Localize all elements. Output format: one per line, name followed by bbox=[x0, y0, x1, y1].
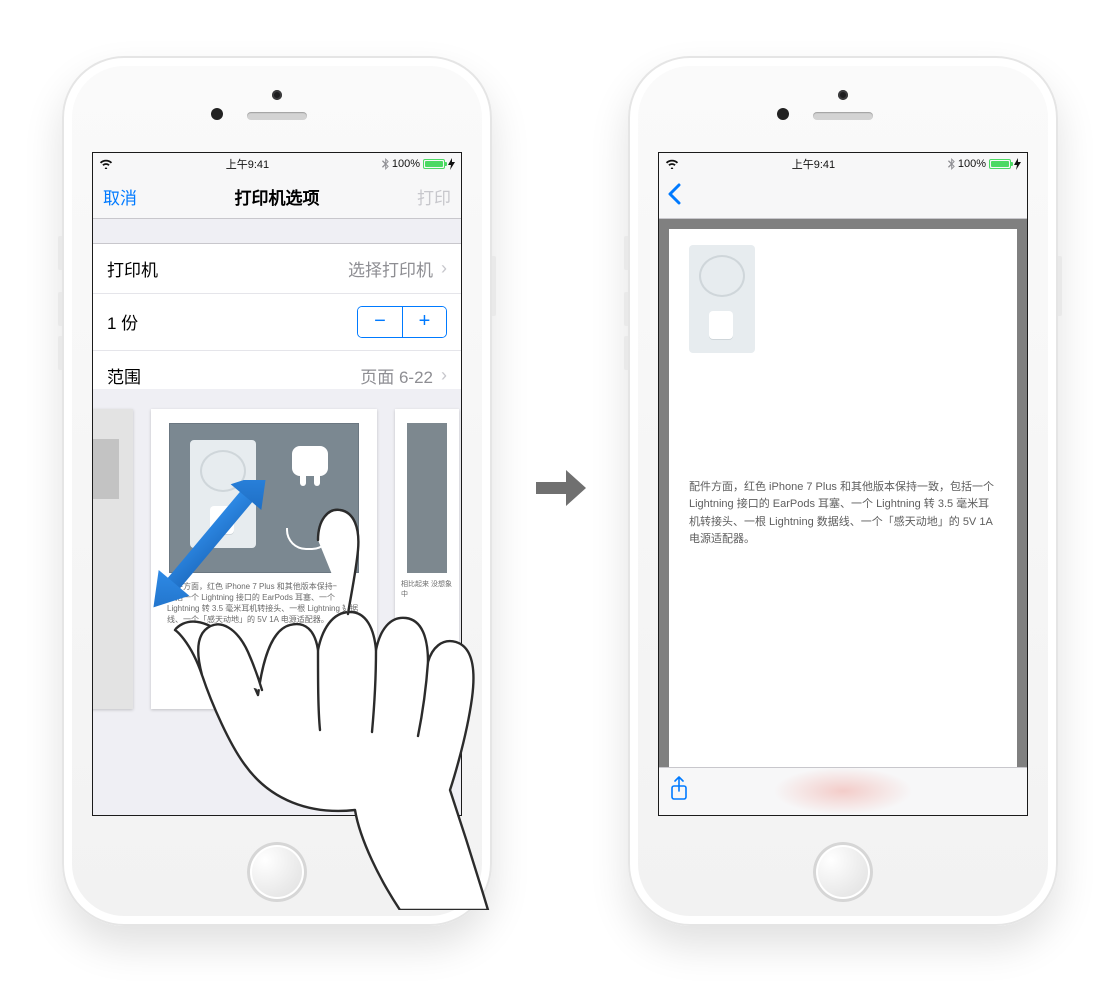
row-printer[interactable]: 打印机 选择打印机 › bbox=[93, 244, 461, 293]
speaker-grille-icon bbox=[247, 112, 307, 120]
preview-photo bbox=[169, 423, 359, 573]
row-copies: 1 份 − + bbox=[93, 293, 461, 350]
cancel-button[interactable]: 取消 bbox=[103, 184, 137, 209]
preview-caption: 配件方面，红色 iPhone 7 Plus 和其他版本保持一致，包括一个 Lig… bbox=[151, 581, 377, 626]
bluetooth-icon bbox=[948, 158, 955, 170]
nav-bar: 取消 打印机选项 打印 bbox=[93, 175, 461, 219]
speaker-grille-icon bbox=[813, 112, 873, 120]
charging-bolt-icon bbox=[448, 158, 455, 170]
toolbar-glow bbox=[773, 767, 913, 815]
settings-group: 打印机 选择打印机 › 1 份 − + 范围 页面 6-2 bbox=[93, 243, 461, 401]
preview-page-prev[interactable] bbox=[93, 409, 133, 709]
document-page[interactable]: 配件方面，红色 iPhone 7 Plus 和其他版本保持一致，包括一个 Lig… bbox=[669, 229, 1017, 767]
nav-title: 打印机选项 bbox=[235, 184, 320, 209]
copies-stepper: − + bbox=[357, 306, 447, 338]
row-printer-label: 打印机 bbox=[107, 256, 158, 281]
battery-icon bbox=[989, 159, 1011, 169]
back-button[interactable] bbox=[667, 183, 681, 210]
print-button[interactable]: 打印 bbox=[417, 184, 451, 209]
status-time: 上午9:41 bbox=[226, 156, 269, 172]
stepper-plus-button[interactable]: + bbox=[402, 307, 446, 337]
preview-next-snippet: 相比起来 没想象中 bbox=[395, 579, 459, 599]
row-range-label: 范围 bbox=[107, 363, 141, 388]
screen-quicklook: 上午9:41 100% bbox=[658, 152, 1028, 816]
row-printer-value: 选择打印机 bbox=[348, 256, 433, 281]
battery-icon bbox=[423, 159, 445, 169]
home-button[interactable] bbox=[813, 842, 873, 902]
proximity-sensor-icon bbox=[777, 108, 789, 120]
document-photo bbox=[693, 247, 993, 467]
share-button[interactable] bbox=[669, 776, 689, 807]
charging-bolt-icon bbox=[1014, 158, 1021, 170]
stepper-minus-button[interactable]: − bbox=[358, 307, 402, 337]
status-bar: 上午9:41 100% bbox=[659, 153, 1027, 175]
nav-bar bbox=[659, 175, 1027, 219]
sensor-camera-icon bbox=[272, 90, 282, 100]
toolbar bbox=[659, 767, 1027, 815]
bluetooth-icon bbox=[382, 158, 389, 170]
status-bar: 上午9:41 100% bbox=[93, 153, 461, 175]
wifi-icon bbox=[665, 158, 679, 169]
row-copies-label: 1 份 bbox=[107, 309, 138, 334]
screen-print-options: 上午9:41 100% 取消 打印机选项 打印 bbox=[92, 152, 462, 816]
battery-percent: 100% bbox=[392, 158, 420, 170]
phone-right: 上午9:41 100% bbox=[628, 56, 1058, 926]
battery-percent: 100% bbox=[958, 158, 986, 170]
home-button[interactable] bbox=[247, 842, 307, 902]
sensor-camera-icon bbox=[838, 90, 848, 100]
document-caption: 配件方面，红色 iPhone 7 Plus 和其他版本保持一致，包括一个 Lig… bbox=[689, 479, 997, 549]
wifi-icon bbox=[99, 158, 113, 169]
document-viewer[interactable]: 配件方面，红色 iPhone 7 Plus 和其他版本保持一致，包括一个 Lig… bbox=[659, 219, 1027, 767]
row-range-value: 页面 6-22 bbox=[360, 363, 433, 388]
preview-page-current[interactable]: 配件方面，红色 iPhone 7 Plus 和其他版本保持一致，包括一个 Lig… bbox=[151, 409, 377, 709]
transition-arrow-icon bbox=[532, 458, 588, 523]
page-indicator: 6 页 bbox=[93, 759, 461, 783]
preview-page-next[interactable]: 相比起来 没想象中 bbox=[395, 409, 459, 709]
page-preview-carousel[interactable]: 配件方面，红色 iPhone 7 Plus 和其他版本保持一致，包括一个 Lig… bbox=[93, 389, 461, 815]
chevron-right-icon: › bbox=[441, 366, 447, 384]
status-time: 上午9:41 bbox=[792, 156, 835, 172]
chevron-right-icon: › bbox=[441, 259, 447, 277]
proximity-sensor-icon bbox=[211, 108, 223, 120]
phone-left: 上午9:41 100% 取消 打印机选项 打印 bbox=[62, 56, 492, 926]
